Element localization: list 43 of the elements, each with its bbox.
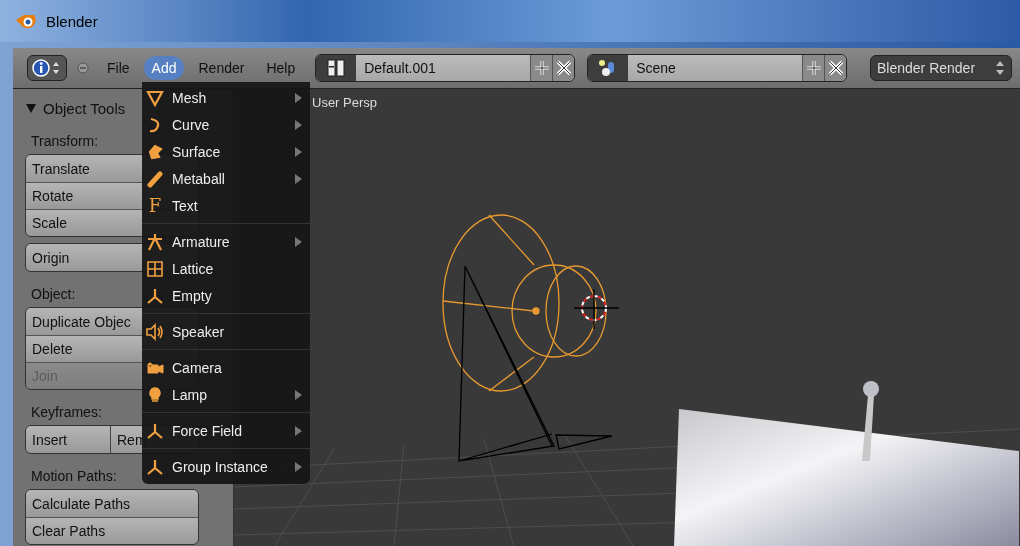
section-label: Keyframes: <box>30 403 102 422</box>
section-label: Motion Paths: <box>30 467 117 486</box>
view-label: User Persp <box>312 95 378 110</box>
triangle-icon <box>146 88 164 107</box>
submenu-arrow-icon <box>295 146 302 157</box>
submenu-arrow-icon <box>295 461 302 472</box>
menu-item[interactable]: Render <box>190 56 253 80</box>
menu-item[interactable]: File <box>99 56 138 80</box>
metaball-icon <box>146 169 164 188</box>
cursor-icon <box>573 288 620 330</box>
section-label: Object: <box>30 285 76 304</box>
tool-button[interactable]: Clear Paths <box>26 517 198 544</box>
grid-icon <box>146 259 164 278</box>
axes-icon <box>146 457 164 476</box>
submenu-arrow-icon <box>295 389 302 400</box>
render-engine-dropdown[interactable]: Blender Render <box>870 55 1012 81</box>
submenu-arrow-icon <box>295 236 302 247</box>
tool-button[interactable]: Calculate Paths <box>26 490 198 517</box>
menu-item[interactable]: Mesh <box>142 84 310 111</box>
editor-type-button[interactable] <box>27 55 67 81</box>
menu-item[interactable]: Empty <box>142 282 310 309</box>
window-title: Blender <box>46 12 98 30</box>
tool-button[interactable]: Insert <box>26 426 110 453</box>
menu-item[interactable]: Group Instance <box>142 453 310 480</box>
menu-item[interactable]: Add <box>143 56 185 80</box>
axes-icon <box>146 286 164 305</box>
menu-item[interactable]: Force Field <box>142 417 310 444</box>
bulb-icon <box>146 385 164 404</box>
info-icon <box>32 59 62 77</box>
triangle-icon[interactable] <box>25 102 37 114</box>
section-label: Transform: <box>30 132 99 151</box>
menu-item[interactable]: Curve <box>142 111 310 138</box>
up-down-arrows-icon <box>995 59 1005 77</box>
submenu-arrow-icon <box>295 92 302 103</box>
axes-icon <box>146 421 164 440</box>
surface-icon <box>146 142 164 161</box>
speaker-icon <box>146 322 164 341</box>
submenu-arrow-icon <box>295 173 302 184</box>
panel-title[interactable]: Object Tools <box>43 99 126 117</box>
figure-icon <box>146 232 164 251</box>
submenu-arrow-icon <box>295 425 302 436</box>
submenu-arrow-icon <box>295 119 302 130</box>
menu-item[interactable]: Help <box>258 56 304 80</box>
